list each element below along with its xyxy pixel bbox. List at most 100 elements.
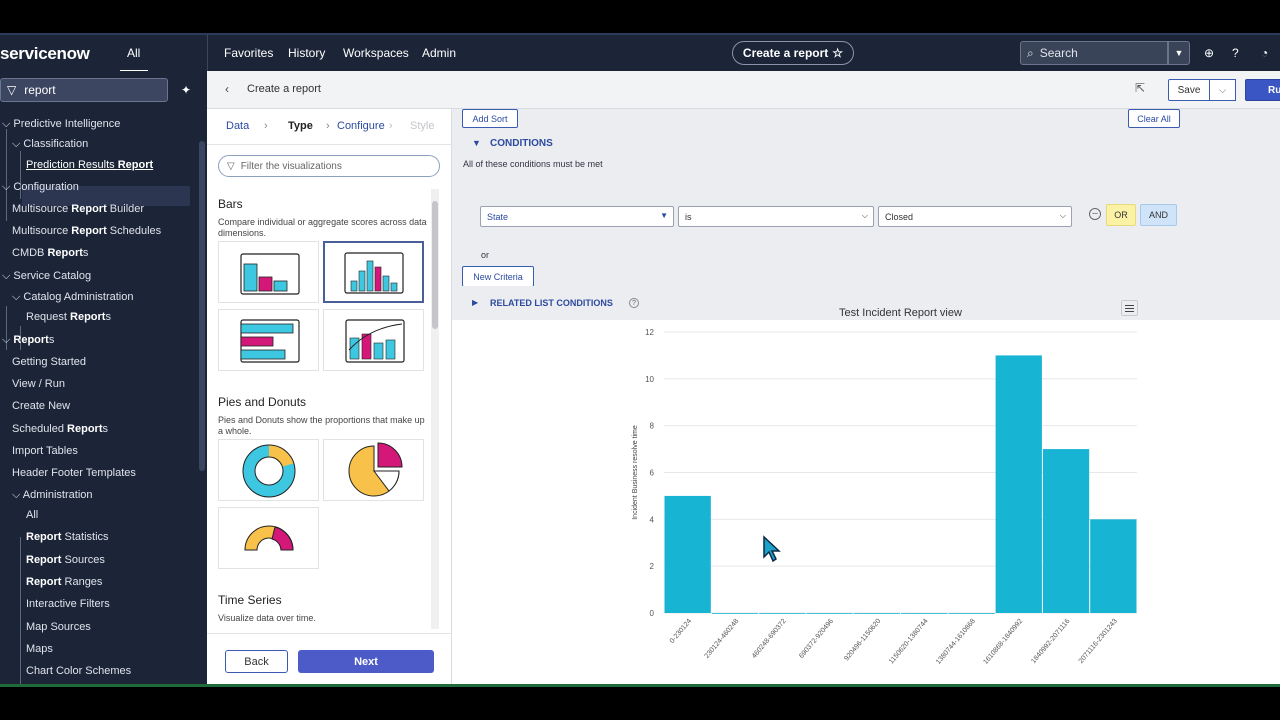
operator-select[interactable]: is ⌵ <box>678 206 874 227</box>
remove-condition-icon[interactable]: – <box>1089 208 1101 220</box>
nav-item-import-tables[interactable]: Import Tables <box>12 445 78 457</box>
nav-item-request-reports[interactable]: Request Reports <box>26 311 111 323</box>
field-select-value: State <box>487 211 509 222</box>
nav-item-interactive-filters[interactable]: Interactive Filters <box>26 598 110 610</box>
step-chevron-icon: › <box>389 120 393 132</box>
x-tick-label: 1150620-1380744 <box>888 618 930 666</box>
nav-item-report-statistics[interactable]: Report Statistics <box>26 531 109 543</box>
collapse-triangle-icon[interactable]: ▼ <box>472 138 481 148</box>
y-tick-label: 10 <box>645 375 654 384</box>
viz-tile-horizontal-bar[interactable] <box>218 309 319 371</box>
visualization-panel: Data › Type › Configure › Style ▽ Filter… <box>207 109 452 685</box>
pin-icon[interactable]: ✦ <box>181 83 191 97</box>
search-placeholder: Search <box>1039 46 1078 60</box>
section-title-bars: Bars <box>218 197 243 211</box>
and-condition-button[interactable]: AND <box>1140 204 1177 226</box>
back-chevron-icon[interactable]: ‹ <box>225 82 229 96</box>
nav-item-maps[interactable]: Maps <box>26 643 53 655</box>
y-tick-label: 4 <box>650 515 655 524</box>
x-tick-label: 460248-690372 <box>751 618 788 660</box>
viz-tile-histogram[interactable] <box>323 241 424 303</box>
nav-item-report-sources[interactable]: Report Sources <box>26 554 105 566</box>
viz-tile-semi-donut[interactable] <box>218 507 319 569</box>
viz-tile-pie[interactable] <box>323 439 424 501</box>
nav-item-cmdb-reports[interactable]: CMDB Reports <box>12 247 88 259</box>
step-type[interactable]: Type <box>288 120 313 132</box>
conditions-panel: Add Sort Clear All ▼ CONDITIONS All of t… <box>452 109 1280 287</box>
value-select-value: Closed <box>885 211 914 222</box>
nav-item-multisource-report-builder[interactable]: Multisource Report Builder <box>12 203 144 215</box>
viz-tile-bar-chart[interactable] <box>218 241 319 303</box>
add-sort-button[interactable]: Add Sort <box>462 109 518 128</box>
servicenow-logo[interactable]: servicenow <box>0 44 90 64</box>
donut-thumbnail <box>242 444 296 498</box>
nav-item-reports[interactable]: ⌵ Reports <box>2 334 54 347</box>
step-data[interactable]: Data <box>226 120 249 132</box>
run-button[interactable]: Ru <box>1245 79 1280 101</box>
nav-item-service-catalog[interactable]: ⌵ Service Catalog <box>2 270 91 283</box>
create-report-context-pill[interactable]: Create a report ☆ <box>732 41 854 65</box>
histogram-bar <box>1042 449 1090 613</box>
step-style[interactable]: Style <box>410 120 434 132</box>
viz-tile-donut[interactable] <box>218 439 319 501</box>
visualization-list: Bars Compare individual or aggregate sco… <box>207 189 452 629</box>
nav-item-header-footer-templates[interactable]: Header Footer Templates <box>12 467 136 479</box>
related-list-conditions-heading[interactable]: RELATED LIST CONDITIONS <box>490 298 613 308</box>
nav-admin[interactable]: Admin <box>422 46 456 60</box>
new-criteria-button[interactable]: New Criteria <box>462 266 534 287</box>
nav-item-scheduled-reports[interactable]: Scheduled Reports <box>12 423 108 435</box>
nav-item-create-new[interactable]: Create New <box>12 400 70 412</box>
chart-menu-icon[interactable] <box>1121 300 1138 316</box>
navigator-scrollbar[interactable] <box>199 141 205 471</box>
nav-item-predictive-intelligence[interactable]: ⌵ Predictive Intelligence <box>2 118 120 131</box>
help-icon[interactable]: ? <box>629 298 639 308</box>
wizard-footer: Back Next <box>207 633 452 685</box>
next-button[interactable]: Next <box>298 650 434 673</box>
global-search-input[interactable]: ⌕ Search <box>1020 41 1168 65</box>
nav-item-getting-started[interactable]: Getting Started <box>12 356 86 368</box>
nav-item-classification[interactable]: ⌵ Classification <box>12 138 88 151</box>
nav-item-report-ranges[interactable]: Report Ranges <box>26 576 102 588</box>
share-icon[interactable]: ⇱ <box>1135 81 1145 95</box>
clear-all-button[interactable]: Clear All <box>1128 109 1180 128</box>
nav-item-map-sources[interactable]: Map Sources <box>26 621 91 633</box>
step-configure[interactable]: Configure <box>337 120 385 132</box>
or-condition-button[interactable]: OR <box>1106 204 1136 226</box>
scrollbar-thumb[interactable] <box>432 201 438 329</box>
x-tick-label: 230124-460248 <box>704 618 741 660</box>
notification-bell-icon[interactable]: ◔ <box>1261 46 1268 60</box>
nav-history[interactable]: History <box>288 46 325 60</box>
value-select[interactable]: Closed ⌵ <box>878 206 1072 227</box>
tree-line <box>20 537 21 685</box>
viz-tile-pareto[interactable] <box>323 309 424 371</box>
nav-item-configuration[interactable]: ⌵ Configuration <box>2 181 79 194</box>
nav-item-multisource-report-schedules[interactable]: Multisource Report Schedules <box>12 225 161 237</box>
histogram-bar <box>995 355 1042 613</box>
dropdown-caret-icon: ▼ <box>660 211 668 220</box>
pie-thumbnail <box>348 442 403 497</box>
nav-item-chart-color-schemes[interactable]: Chart Color Schemes <box>26 665 131 677</box>
nav-all-tab[interactable]: All <box>127 46 140 60</box>
field-select[interactable]: State ▼ <box>480 206 674 227</box>
expand-triangle-icon[interactable]: ▶ <box>472 298 478 307</box>
visualization-scrollbar[interactable] <box>431 189 439 629</box>
search-scope-dropdown[interactable]: ▼ <box>1168 41 1190 65</box>
nav-item-catalog-administration[interactable]: ⌵ Catalog Administration <box>12 291 133 304</box>
nav-item-all[interactable]: All <box>26 509 38 521</box>
globe-icon[interactable]: ⊕ <box>1204 46 1214 60</box>
nav-item-prediction-results-report[interactable]: Prediction Results Report <box>26 159 153 171</box>
navigator-filter-input[interactable]: ▽ report <box>0 78 168 102</box>
nav-item-view-run[interactable]: View / Run <box>12 378 65 390</box>
conditions-heading[interactable]: CONDITIONS <box>490 138 553 149</box>
save-options-chevron-icon[interactable]: ⌵ <box>1210 79 1236 101</box>
star-icon[interactable]: ☆ <box>832 46 843 60</box>
back-button[interactable]: Back <box>225 650 288 673</box>
save-button[interactable]: Save <box>1168 79 1210 101</box>
nav-workspaces[interactable]: Workspaces <box>343 46 409 60</box>
help-icon[interactable]: ? <box>1232 46 1239 60</box>
histogram-bar <box>853 613 900 614</box>
nav-item-administration[interactable]: ⌵ Administration <box>12 489 93 502</box>
visualization-filter-input[interactable]: ▽ Filter the visualizations <box>218 155 440 177</box>
nav-favorites[interactable]: Favorites <box>224 46 273 60</box>
filter-icon: ▽ <box>7 83 17 97</box>
